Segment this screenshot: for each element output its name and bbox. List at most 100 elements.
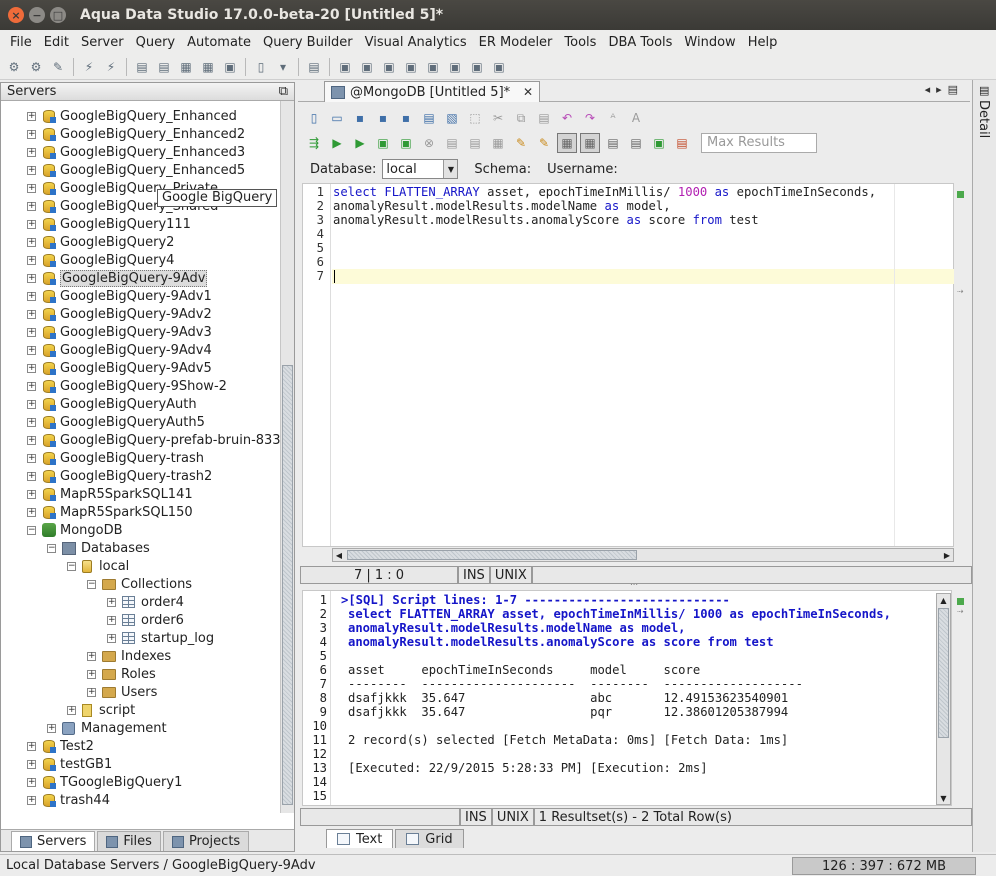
tree-item[interactable]: + GoogleBigQuery-9Adv	[27, 269, 208, 287]
tree-item[interactable]: + Roles	[87, 665, 156, 683]
expand-icon[interactable]: +	[27, 129, 36, 139]
menu-visual-analytics[interactable]: Visual Analytics	[359, 35, 473, 50]
tree-item[interactable]: + GoogleBigQuery-9Adv2	[27, 305, 212, 323]
expand-icon[interactable]: +	[27, 291, 36, 301]
expand-icon[interactable]: +	[107, 633, 116, 643]
tree-item[interactable]: − Databases	[47, 539, 150, 557]
maximize-window-button[interactable]: □	[50, 7, 66, 23]
menu-help[interactable]: Help	[742, 35, 784, 50]
menu-dba-tools[interactable]: DBA Tools	[602, 35, 678, 50]
tree-item[interactable]: + GoogleBigQuery_Enhanced3	[27, 143, 245, 161]
expand-icon[interactable]: +	[27, 165, 36, 175]
expand-icon[interactable]: +	[27, 489, 36, 499]
tree-item[interactable]: + GoogleBigQuery_Enhanced5	[27, 161, 245, 179]
parameters-icon[interactable]: ▤	[603, 133, 623, 153]
expand-icon[interactable]: +	[27, 219, 36, 229]
minimize-window-button[interactable]: −	[29, 7, 45, 23]
scroll-right-icon[interactable]: ▶	[941, 549, 953, 561]
execute-to-icon[interactable]: ▣	[396, 133, 416, 153]
expand-icon[interactable]: +	[27, 417, 36, 427]
tree-item[interactable]: + GoogleBigQuery_Enhanced	[27, 107, 237, 125]
layout3-icon[interactable]: ▣	[379, 57, 399, 77]
expand-icon[interactable]: +	[27, 795, 36, 805]
schedule-icon[interactable]: ▤	[672, 133, 692, 153]
tree-item[interactable]: + GoogleBigQuery-9Adv5	[27, 359, 212, 377]
compare-icon[interactable]: ▦	[198, 57, 218, 77]
tab-projects[interactable]: Projects	[162, 831, 250, 851]
expand-icon[interactable]: +	[107, 597, 116, 607]
tree-item[interactable]: − local	[67, 557, 129, 575]
tree-item[interactable]: + Management	[47, 719, 167, 737]
menu-tools[interactable]: Tools	[558, 35, 602, 50]
execute-current-icon[interactable]: ▶	[350, 133, 370, 153]
expand-icon[interactable]: +	[87, 651, 96, 661]
results-text-area[interactable]: 1 2 3 4 5 6 7 8 9 10 11 12 13 14 15 >[SQL] Script line…	[302, 590, 952, 806]
collapse-icon[interactable]: −	[87, 579, 96, 589]
tree-item[interactable]: + startup_log	[107, 629, 214, 647]
menu-file[interactable]: File	[4, 35, 38, 50]
expand-icon[interactable]: +	[27, 777, 36, 787]
expand-icon[interactable]: +	[67, 705, 76, 715]
tree-item[interactable]: + Test2	[27, 737, 94, 755]
tree-item[interactable]: + GoogleBigQuery4	[27, 251, 174, 269]
editor-results-splitter[interactable]: ⋯	[298, 581, 970, 590]
editor-hscroll-thumb[interactable]	[347, 550, 637, 560]
paste-icon[interactable]: ▤	[534, 108, 554, 128]
tree-item[interactable]: + testGB1	[27, 755, 112, 773]
execute-all-icon[interactable]: ⇶	[304, 133, 324, 153]
menu-window[interactable]: Window	[678, 35, 741, 50]
redo-icon[interactable]: ↷	[580, 108, 600, 128]
results-vscroll-thumb[interactable]	[938, 608, 949, 738]
cut-icon[interactable]: ✂	[488, 108, 508, 128]
expand-icon[interactable]: +	[27, 237, 36, 247]
restore-panel-icon[interactable]: ⧉	[279, 84, 288, 99]
expand-icon[interactable]: +	[27, 399, 36, 409]
tab-grid[interactable]: Grid	[395, 829, 464, 848]
editor-hscrollbar[interactable]: ◀ ▶	[332, 548, 954, 562]
menu-query-builder[interactable]: Query Builder	[257, 35, 359, 50]
tree-item[interactable]: + GoogleBigQuery-trash	[27, 449, 204, 467]
disconnect-icon[interactable]: ⚡	[101, 57, 121, 77]
print-icon[interactable]: ▤	[419, 108, 439, 128]
query-window-icon[interactable]: ▤	[132, 57, 152, 77]
history-icon[interactable]: ▤	[304, 57, 324, 77]
menu-edit[interactable]: Edit	[38, 35, 75, 50]
select-icon[interactable]: ⬚	[465, 108, 485, 128]
font-larger-icon[interactable]: A	[626, 108, 646, 128]
close-window-button[interactable]: ×	[8, 7, 24, 23]
save-icon[interactable]: ▪	[350, 108, 370, 128]
tree-item[interactable]: + GoogleBigQuery-9Show-2	[27, 377, 227, 395]
collapse-icon[interactable]: −	[27, 525, 36, 535]
dropdown-arrow-icon[interactable]: ▾	[273, 57, 293, 77]
tree-item[interactable]: + trash44	[27, 791, 110, 809]
results-in-text-icon[interactable]: ▦	[557, 133, 577, 153]
expand-icon[interactable]: +	[27, 255, 36, 265]
tree-item[interactable]: + GoogleBigQuery-trash2	[27, 467, 212, 485]
comment-icon[interactable]: ✎	[534, 133, 554, 153]
connect-icon[interactable]: ⚡	[79, 57, 99, 77]
transaction-icon[interactable]: ▣	[649, 133, 669, 153]
expand-icon[interactable]: +	[27, 183, 36, 193]
detail-menu-icon[interactable]: ▤	[979, 84, 989, 97]
tree-item[interactable]: + order6	[107, 611, 184, 629]
tree-item[interactable]: − MongoDB	[27, 521, 123, 539]
plan-icon[interactable]: ▤	[465, 133, 485, 153]
tree-item[interactable]: + GoogleBigQuery-prefab-bruin-833	[27, 431, 281, 449]
layout8-icon[interactable]: ▣	[489, 57, 509, 77]
layout6-icon[interactable]: ▣	[445, 57, 465, 77]
tree-item[interactable]: + GoogleBigQuery-9Adv4	[27, 341, 212, 359]
layout7-icon[interactable]: ▣	[467, 57, 487, 77]
layout4-icon[interactable]: ▣	[401, 57, 421, 77]
er-modeler-icon[interactable]: ▣	[220, 57, 240, 77]
tree-item[interactable]: + Users	[87, 683, 157, 701]
expand-icon[interactable]: +	[87, 687, 96, 697]
tree-item[interactable]: + order4	[107, 593, 184, 611]
tree-item[interactable]: + GoogleBigQuery111	[27, 215, 191, 233]
results-vscrollbar[interactable]: ▲ ▼	[936, 593, 951, 805]
stop-icon[interactable]: ⊗	[419, 133, 439, 153]
execute-selection-icon[interactable]: ▣	[373, 133, 393, 153]
tree-item[interactable]: + GoogleBigQueryAuth5	[27, 413, 205, 431]
expand-icon[interactable]: +	[87, 669, 96, 679]
layout5-icon[interactable]: ▣	[423, 57, 443, 77]
menu-query[interactable]: Query	[130, 35, 182, 50]
